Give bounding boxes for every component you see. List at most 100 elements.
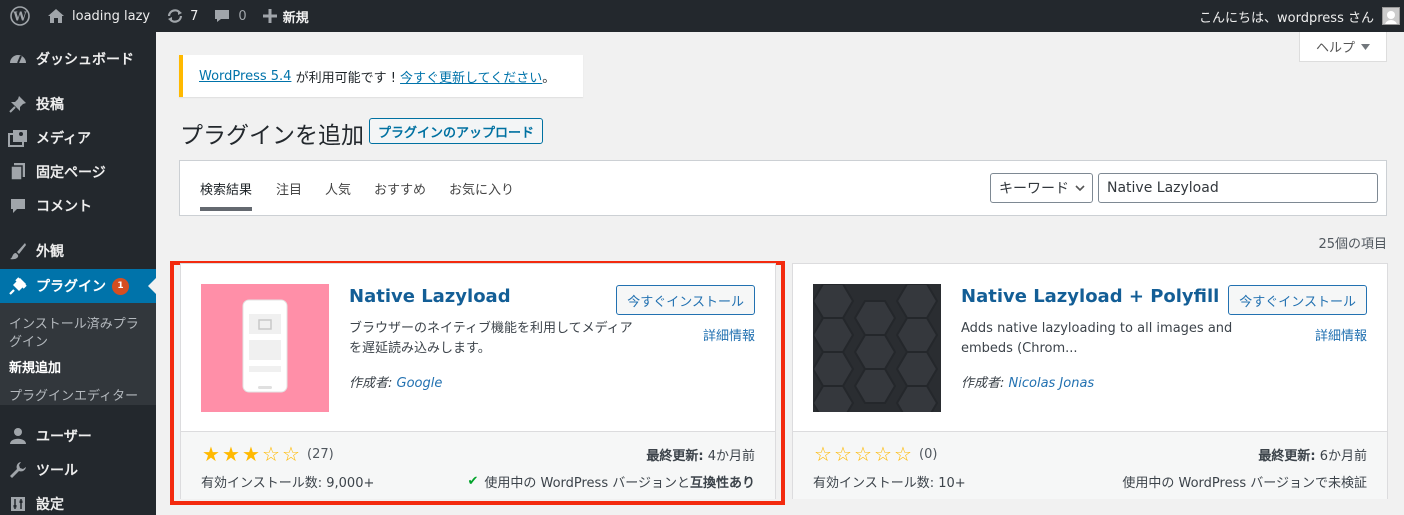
star-rating: ☆ ☆ ☆ ☆ ☆ (0) [813, 444, 937, 464]
wordpress-logo-icon[interactable]: W [0, 0, 40, 32]
star-empty-icon: ☆ [814, 442, 832, 466]
compatibility: 使用中の WordPress バージョンで未検証 [1122, 472, 1367, 491]
new-label: 新規 [282, 10, 309, 26]
compat-text: 使用中の WordPress バージョンで未検証 [1122, 476, 1367, 491]
sidebar-item-label: ダッシュボード [36, 52, 134, 68]
tab-recommended[interactable]: おすすめ [374, 179, 426, 198]
plugin-name-link[interactable]: Native Lazyload [349, 286, 511, 307]
new-content-link[interactable]: 新規 [255, 0, 317, 32]
sidebar-item-label: 固定ページ [36, 165, 106, 181]
submenu-installed-plugins[interactable]: インストール済みプラグイン [9, 316, 149, 352]
plugin-name-link[interactable]: Native Lazyload + Polyfill [961, 286, 1219, 307]
update-count-badge: 1 [112, 277, 129, 295]
sidebar-item-appearance[interactable]: 外観 [0, 234, 156, 268]
author-link[interactable]: Nicolas Jonas [1009, 376, 1095, 391]
sidebar-item-tools[interactable]: ツール [0, 453, 156, 487]
sidebar-item-posts[interactable]: 投稿 [0, 87, 156, 121]
rating-count: (27) [307, 446, 334, 462]
plugin-card-bottom: ★ ★ ★ ☆ ☆ (27) 最終更新: 4か月前 有効インストール数: 9,0… [181, 431, 775, 499]
plugin-icon [0, 277, 36, 295]
compat-text: 使用中の WordPress バージョンと [484, 476, 690, 491]
dashboard-icon [0, 49, 36, 69]
more-details-link[interactable]: 詳細情報 [703, 325, 755, 344]
upload-plugin-button[interactable]: プラグインのアップロード [369, 118, 544, 144]
last-updated: 最終更新: 4か月前 [646, 445, 755, 464]
sidebar-item-comments[interactable]: コメント [0, 189, 156, 223]
tab-popular[interactable]: 人気 [325, 179, 351, 198]
updates-icon [166, 8, 184, 24]
star-filled-icon: ★ [242, 442, 260, 466]
star-empty-icon: ☆ [834, 442, 852, 466]
site-name-link[interactable]: loading lazy [40, 0, 158, 32]
checkmark-icon: ✔ [467, 474, 479, 489]
star-filled-icon: ★ [202, 442, 220, 466]
plugin-description: ブラウザーのネイティブ機能を利用してメディアを遅延読み込みします。 [349, 321, 633, 356]
sidebar-item-dashboard[interactable]: ダッシュボード [0, 42, 156, 76]
pin-icon [0, 95, 36, 113]
tab-search-results[interactable]: 検索結果 [200, 179, 253, 211]
plugin-search-input[interactable] [1098, 173, 1378, 203]
page-title: プラグインを追加 [180, 123, 364, 149]
sidebar-item-label: 設定 [36, 497, 64, 513]
comment-icon [0, 198, 36, 214]
search-type-select[interactable]: キーワード [990, 173, 1093, 203]
star-empty-icon: ☆ [894, 442, 912, 466]
sidebar-item-label: メディア [36, 131, 92, 147]
comments-link[interactable]: 0 [206, 0, 254, 32]
sidebar-item-settings[interactable]: 設定 [0, 487, 156, 515]
updates-link[interactable]: 7 [158, 0, 206, 32]
star-rating: ★ ★ ★ ☆ ☆ (27) [201, 444, 334, 464]
sidebar-item-plugins[interactable]: プラグイン 1 [0, 269, 156, 303]
tab-featured[interactable]: 注目 [276, 179, 302, 198]
svg-text:W: W [12, 10, 27, 24]
admin-sidebar: ダッシュボード 投稿 メディア 固定ページ コメント 外観 プラグイン 1 イン… [0, 32, 156, 515]
help-tab-button[interactable]: ヘルプ [1299, 32, 1387, 62]
author-prefix: 作成者: [961, 376, 1009, 391]
help-label: ヘルプ [1315, 41, 1355, 56]
author-link[interactable]: Google [397, 376, 443, 391]
submenu-plugin-editor[interactable]: プラグインエディター [9, 388, 149, 406]
install-now-button[interactable]: 今すぐインストール [1228, 285, 1367, 315]
settings-icon [0, 496, 36, 512]
search-type-value: キーワード [999, 181, 1069, 197]
plugins-submenu: インストール済みプラグイン 新規追加 プラグインエディター [0, 303, 156, 405]
update-now-link[interactable]: 今すぐ更新してください [400, 67, 542, 86]
my-account[interactable]: こんにちは、wordpress さん [1199, 7, 1404, 26]
submenu-add-new[interactable]: 新規追加 [9, 360, 149, 378]
compat-strong: 互換性あり [689, 476, 755, 491]
home-icon [48, 9, 64, 23]
wrench-icon [0, 461, 36, 479]
chevron-down-icon [1074, 182, 1086, 198]
last-updated-value: 4か月前 [703, 449, 755, 464]
updates-count: 7 [190, 8, 199, 24]
plugin-thumbnail[interactable] [201, 284, 329, 412]
last-updated: 最終更新: 6か月前 [1258, 445, 1367, 464]
admin-bar: W loading lazy 7 0 新規 こんにちは、wordpress さん [0, 0, 1404, 32]
plugin-card: Native Lazyload 今すぐインストール 詳細情報 ブラウザーのネイテ… [180, 263, 776, 499]
star-filled-icon: ★ [222, 442, 240, 466]
notice-text: が利用可能です ! [291, 70, 401, 86]
install-now-button[interactable]: 今すぐインストール [616, 285, 755, 315]
tab-favorites[interactable]: お気に入り [449, 179, 514, 198]
active-installs: 有効インストール数: 9,000+ [201, 476, 375, 491]
plugin-author: 作成者: Nicolas Jonas [961, 372, 1094, 391]
sidebar-item-label: プラグイン [36, 279, 106, 295]
active-installs: 有効インストール数: 10+ [813, 476, 966, 491]
last-updated-label: 最終更新: [646, 449, 704, 464]
caret-down-icon [1361, 39, 1370, 54]
wordpress-version-link[interactable]: WordPress 5.4 [199, 69, 291, 84]
plugin-thumbnail[interactable] [813, 284, 941, 412]
more-details-link[interactable]: 詳細情報 [1315, 325, 1367, 344]
site-name: loading lazy [72, 8, 151, 24]
sidebar-item-media[interactable]: メディア [0, 121, 156, 155]
sidebar-item-label: ツール [36, 463, 78, 479]
sidebar-item-pages[interactable]: 固定ページ [0, 155, 156, 189]
main-content: ヘルプ WordPress 5.4 が利用可能です ! 今すぐ更新してください … [156, 32, 1404, 515]
plugin-description: Adds native lazyloading to all images an… [961, 321, 1233, 356]
sidebar-item-label: 投稿 [36, 97, 64, 113]
greeting: こんにちは、wordpress さん [1199, 10, 1374, 26]
sidebar-item-users[interactable]: ユーザー [0, 419, 156, 453]
star-empty-icon: ☆ [282, 442, 300, 466]
result-count: 25個の項目 [1318, 237, 1387, 252]
hexagon-pattern-icon [813, 284, 939, 412]
